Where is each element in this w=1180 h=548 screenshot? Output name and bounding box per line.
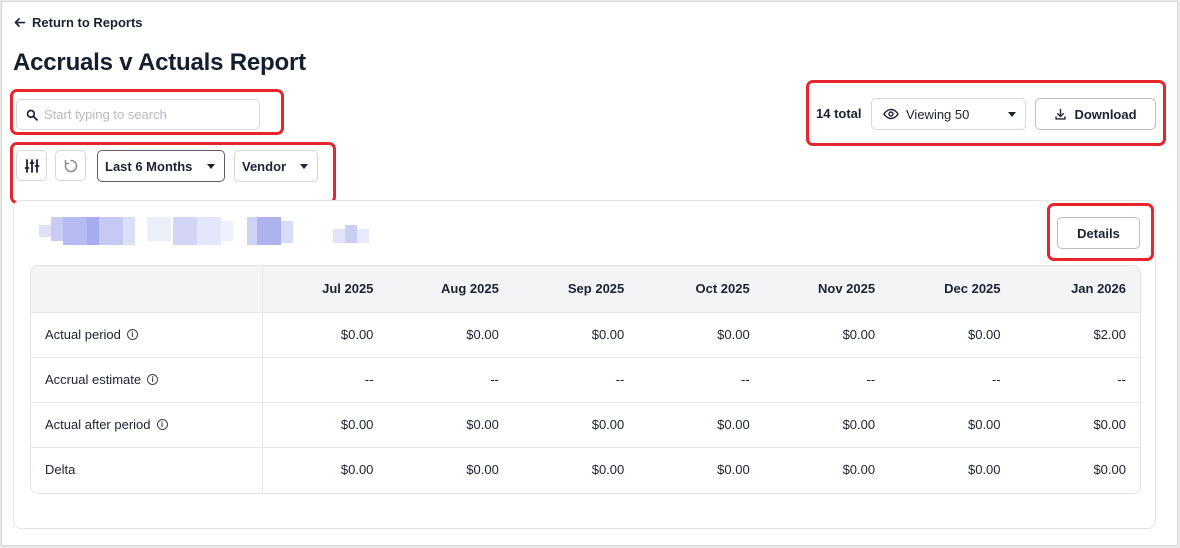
- info-icon[interactable]: i: [156, 419, 168, 430]
- chevron-down-icon: [1008, 111, 1016, 117]
- table-cell: --: [387, 357, 513, 403]
- reset-filters-button[interactable]: [55, 150, 86, 181]
- group-by-dropdown[interactable]: Vendor: [234, 150, 318, 182]
- row-label-cell: Actual after period i: [31, 402, 263, 448]
- search-box[interactable]: [16, 99, 260, 130]
- date-range-value: Last 6 Months: [105, 158, 193, 174]
- table-row: Actual after period i $0.00 $0.00 $0.00 $…: [31, 402, 1140, 448]
- table-cell: $0.00: [591, 462, 625, 478]
- row-label: Delta: [45, 462, 76, 478]
- table-cell: $0.00: [763, 312, 890, 358]
- search-icon: [26, 109, 38, 121]
- row-label-cell: Accrual estimate i: [31, 357, 263, 403]
- table-cell: --: [1014, 357, 1140, 403]
- table-cell: $0.00: [638, 312, 764, 358]
- chevron-down-icon: [300, 163, 308, 169]
- column-header: Nov 2025: [763, 266, 890, 313]
- column-header: Oct 2025: [638, 266, 764, 313]
- return-to-reports-label: Return to Reports: [32, 14, 143, 30]
- accruals-table: Jul 2025 Aug 2025 Sep 2025 Oct 2025 Nov …: [30, 265, 1141, 494]
- table-cell: $0.00: [889, 312, 1015, 358]
- table-row: Delta $0.00 $0.00 $0.00 $0.00 $0.00 $0.0…: [31, 447, 1140, 492]
- page-title: Accruals v Actuals Report: [13, 49, 306, 76]
- table-cell: --: [262, 357, 388, 403]
- table-cell: $0.00: [387, 312, 513, 358]
- row-label: Accrual estimate: [45, 372, 142, 387]
- row-label-cell: Delta: [31, 447, 263, 492]
- download-label: Download: [1074, 106, 1137, 122]
- reset-icon: [64, 159, 77, 172]
- date-range-dropdown[interactable]: Last 6 Months: [97, 150, 225, 182]
- table-cell: $2.00: [1014, 312, 1140, 358]
- details-button[interactable]: Details: [1057, 217, 1140, 249]
- column-header: Sep 2025: [512, 266, 639, 313]
- table-cell: $0.00: [512, 402, 639, 448]
- column-header: [31, 266, 263, 313]
- column-header: Aug 2025: [387, 266, 513, 313]
- column-header: Jan 2026: [1014, 266, 1140, 313]
- chevron-down-icon: [207, 163, 215, 169]
- info-icon[interactable]: i: [147, 374, 159, 385]
- viewing-label: Viewing 50: [906, 106, 970, 122]
- table-cell: --: [889, 357, 1015, 403]
- download-icon: [1055, 108, 1067, 120]
- total-count: 14 total: [816, 106, 862, 121]
- table-cell: $0.00: [387, 402, 513, 448]
- table-row: Accrual estimate i -- -- -- -- -- -- --: [31, 357, 1140, 403]
- table-cell: $0.00: [512, 312, 639, 358]
- table-cell: $0.00: [1093, 462, 1126, 478]
- report-page: Return to Reports Accruals v Actuals Rep…: [1, 1, 1178, 546]
- search-input[interactable]: [44, 107, 244, 122]
- table-cell: --: [638, 357, 764, 403]
- row-label: Actual period: [45, 327, 121, 342]
- filter-sliders-icon: [24, 158, 39, 173]
- table-cell: $0.00: [842, 462, 876, 478]
- column-header: Dec 2025: [889, 266, 1015, 313]
- table-cell: $0.00: [967, 462, 1001, 478]
- row-label-cell: Actual period i: [31, 312, 263, 358]
- table-row: Actual period i $0.00 $0.00 $0.00 $0.00 $…: [31, 312, 1140, 358]
- table-cell: $0.00: [889, 402, 1015, 448]
- table-cell: $0.00: [1014, 402, 1140, 448]
- vendor-card: Details Jul 2025 Aug 2025 Sep 2025 Oct 2…: [13, 200, 1156, 529]
- table-cell: $0.00: [717, 462, 750, 478]
- table-cell: $0.00: [763, 402, 890, 448]
- return-to-reports-link[interactable]: Return to Reports: [13, 14, 143, 30]
- table-cell: --: [512, 357, 639, 403]
- table-cell: --: [763, 357, 890, 403]
- info-icon[interactable]: i: [126, 329, 138, 340]
- row-label: Actual after period: [45, 417, 151, 432]
- table-cell: $0.00: [262, 312, 388, 358]
- arrow-left-icon: [14, 17, 26, 27]
- eye-icon: [883, 108, 899, 120]
- column-header: Jul 2025: [262, 266, 388, 313]
- group-by-value: Vendor: [242, 158, 287, 174]
- table-cell: $0.00: [340, 462, 374, 478]
- download-button[interactable]: Download: [1035, 98, 1156, 130]
- table-cell: $0.00: [262, 402, 388, 448]
- filter-settings-button[interactable]: [16, 150, 47, 181]
- table-cell: $0.00: [466, 462, 499, 478]
- page-size-dropdown[interactable]: Viewing 50: [871, 98, 1026, 130]
- table-header-row: Jul 2025 Aug 2025 Sep 2025 Oct 2025 Nov …: [31, 266, 1140, 313]
- table-cell: $0.00: [638, 402, 764, 448]
